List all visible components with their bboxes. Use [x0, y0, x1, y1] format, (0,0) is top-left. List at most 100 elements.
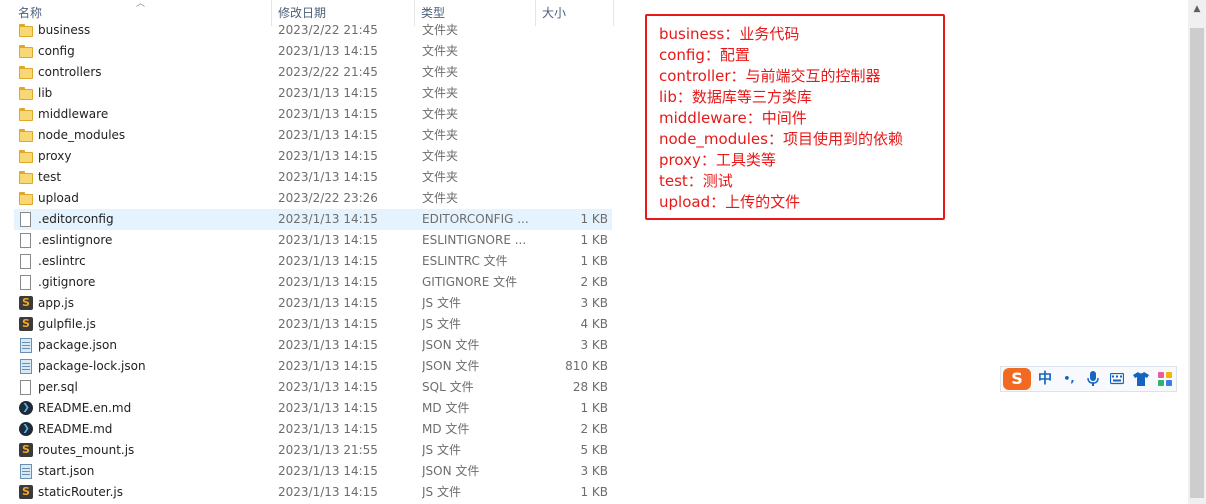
file-type: JS 文件 — [422, 485, 461, 499]
keyboard-icon[interactable] — [1107, 367, 1127, 391]
file-type: 文件夹 — [422, 44, 459, 58]
file-row[interactable]: controllers 2023/2/22 21:45 文件夹 — [14, 62, 612, 83]
file-date: 2023/1/13 14:15 — [278, 233, 378, 247]
file-type: JS 文件 — [422, 443, 461, 457]
js-file-icon: S — [18, 317, 34, 332]
file-row[interactable]: Sapp.js 2023/1/13 14:15 JS 文件 3 KB — [14, 293, 612, 314]
file-row[interactable]: proxy 2023/1/13 14:15 文件夹 — [14, 146, 612, 167]
file-name: node_modules — [38, 128, 126, 142]
file-date: 2023/1/13 14:15 — [278, 380, 378, 394]
file-name: .eslintrc — [38, 254, 86, 268]
scroll-thumb[interactable] — [1190, 28, 1204, 498]
file-date: 2023/1/13 14:15 — [278, 44, 378, 58]
json-file-icon — [18, 464, 34, 479]
file-row[interactable]: start.json 2023/1/13 14:15 JSON 文件 3 KB — [14, 461, 612, 482]
file-date: 2023/1/13 14:15 — [278, 212, 378, 226]
file-row[interactable]: per.sql 2023/1/13 14:15 SQL 文件 28 KB — [14, 377, 612, 398]
file-row[interactable]: .eslintrc 2023/1/13 14:15 ESLINTRC 文件 1 KB — [14, 251, 612, 272]
file-type: 文件夹 — [422, 86, 459, 100]
file-date: 2023/1/13 14:15 — [278, 464, 378, 478]
file-name: upload — [38, 191, 79, 205]
file-date: 2023/1/13 14:15 — [278, 422, 378, 436]
file-type: MD 文件 — [422, 401, 470, 415]
file-date: 2023/1/13 14:15 — [278, 359, 378, 373]
file-name: business — [38, 23, 91, 37]
file-row[interactable]: business 2023/2/22 21:45 文件夹 — [14, 20, 612, 41]
file-row[interactable]: Sgulpfile.js 2023/1/13 14:15 JS 文件 4 KB — [14, 314, 612, 335]
file-name: app.js — [38, 296, 74, 310]
folder-icon — [18, 170, 34, 185]
scroll-up-icon[interactable]: ▲ — [1188, 0, 1206, 18]
file-row[interactable]: package.json 2023/1/13 14:15 JSON 文件 3 KB — [14, 335, 612, 356]
file-name: start.json — [38, 464, 95, 478]
file-row[interactable]: package-lock.json 2023/1/13 14:15 JSON 文件 8… — [14, 356, 612, 377]
file-row[interactable]: lib 2023/1/13 14:15 文件夹 — [14, 83, 612, 104]
chinese-mode-icon[interactable]: 中 — [1035, 367, 1055, 391]
file-date: 2023/1/13 14:15 — [278, 170, 378, 184]
file-date: 2023/1/13 14:15 — [278, 107, 378, 121]
ime-toolbar: S 中 •, — [1000, 366, 1177, 392]
file-size: 3 KB — [580, 338, 608, 352]
skin-icon[interactable] — [1131, 367, 1151, 391]
toolbox-icon[interactable] — [1155, 367, 1175, 391]
file-name: README.md — [38, 422, 113, 436]
microphone-icon[interactable] — [1083, 367, 1103, 391]
file-type: JSON 文件 — [422, 464, 480, 478]
file-size — [534, 167, 608, 188]
annotation-line: business：业务代码 — [659, 25, 800, 43]
file-size: 5 KB — [580, 443, 608, 457]
file-name: proxy — [38, 149, 72, 163]
file-name: lib — [38, 86, 53, 100]
file-type: 文件夹 — [422, 170, 459, 184]
file-type: GITIGNORE 文件 — [422, 275, 518, 289]
file-row[interactable]: SstaticRouter.js 2023/1/13 14:15 JS 文件 1 KB — [14, 482, 612, 503]
file-date: 2023/1/13 14:15 — [278, 485, 378, 499]
file-type: JS 文件 — [422, 296, 461, 310]
file-row[interactable]: test 2023/1/13 14:15 文件夹 — [14, 167, 612, 188]
file-row[interactable]: ❯ README.en.md 2023/1/13 14:15 MD 文件 1 KB — [14, 398, 612, 419]
js-file-icon: S — [18, 443, 34, 458]
annotation-line: test：测试 — [659, 172, 733, 190]
file-date: 2023/2/22 23:26 — [278, 191, 378, 205]
annotation-line: proxy：工具类等 — [659, 151, 776, 169]
file-size: 28 KB — [572, 380, 608, 394]
file-date: 2023/1/13 14:15 — [278, 86, 378, 100]
file-name: README.en.md — [38, 401, 132, 415]
file-name: middleware — [38, 107, 109, 121]
file-type: SQL 文件 — [422, 380, 474, 394]
file-row[interactable]: middleware 2023/1/13 14:15 文件夹 — [14, 104, 612, 125]
punctuation-icon[interactable]: •, — [1059, 367, 1079, 391]
js-file-icon: S — [18, 296, 34, 311]
file-row[interactable]: .gitignore 2023/1/13 14:15 GITIGNORE 文件 2 K… — [14, 272, 612, 293]
file-row[interactable]: .eslintignore 2023/1/13 14:15 ESLINTIGNORE… — [14, 230, 612, 251]
sogou-logo-icon[interactable]: S — [1003, 368, 1031, 390]
file-type: ESLINTRC 文件 — [422, 254, 508, 268]
file-size: 810 KB — [565, 359, 608, 373]
md-file-icon: ❯ — [18, 422, 34, 437]
file-row[interactable]: ❯ README.md 2023/1/13 14:15 MD 文件 2 KB — [14, 419, 612, 440]
file-row[interactable]: node_modules 2023/1/13 14:15 文件夹 — [14, 125, 612, 146]
file-size — [534, 125, 608, 146]
folder-icon — [18, 44, 34, 59]
file-type: JSON 文件 — [422, 359, 480, 373]
file-row[interactable]: Sroutes_mount.js 2023/1/13 21:55 JS 文件 5 KB — [14, 440, 612, 461]
file-row[interactable]: .editorconfig 2023/1/13 14:15 EDITORCONFIG… — [14, 209, 612, 230]
sort-up-icon: ︿ — [136, 0, 146, 9]
file-name: .eslintignore — [38, 233, 113, 247]
file-row[interactable]: upload 2023/2/22 23:26 文件夹 — [14, 188, 612, 209]
folder-icon — [18, 191, 34, 206]
js-file-icon: S — [18, 485, 34, 500]
json-file-icon — [18, 359, 34, 374]
file-type: 文件夹 — [422, 107, 459, 121]
file-size — [534, 62, 608, 83]
file-name: package-lock.json — [38, 359, 146, 373]
folder-icon — [18, 107, 34, 122]
folder-icon — [18, 65, 34, 80]
file-size — [534, 20, 608, 41]
file-date: 2023/1/13 21:55 — [278, 443, 378, 457]
file-date: 2023/1/13 14:15 — [278, 149, 378, 163]
file-row[interactable]: config 2023/1/13 14:15 文件夹 — [14, 41, 612, 62]
column-divider[interactable] — [613, 0, 614, 26]
file-date: 2023/2/22 21:45 — [278, 23, 378, 37]
vertical-scrollbar[interactable]: ▲ — [1188, 0, 1206, 504]
